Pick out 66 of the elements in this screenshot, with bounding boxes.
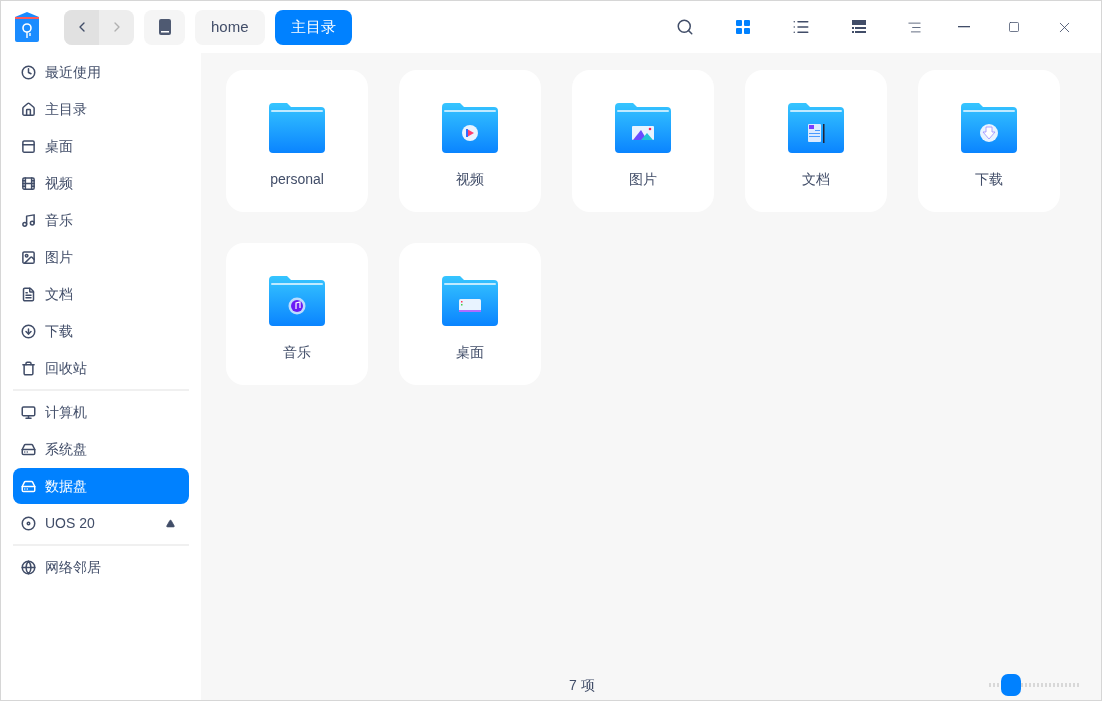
sidebar-item[interactable]: 桌面 [13, 128, 189, 164]
film-icon [21, 175, 36, 191]
back-button[interactable] [64, 9, 99, 45]
folder-card[interactable]: 视频 [399, 70, 541, 212]
sidebar-item[interactable]: 网络邻居 [13, 549, 189, 585]
sidebar-item[interactable]: 回收站 [13, 350, 189, 386]
music-icon [21, 212, 36, 228]
zoom-slider[interactable] [989, 674, 1081, 696]
home-icon [21, 101, 36, 117]
folder-label: 图片 [629, 170, 657, 189]
folder-card[interactable]: 下载 [918, 70, 1060, 212]
maximize-icon [1008, 21, 1020, 33]
minimize-icon [958, 26, 970, 28]
image-icon [21, 249, 36, 265]
globe-icon [21, 559, 36, 575]
sidebar-item[interactable]: 最近使用 [13, 54, 189, 90]
sidebar-item[interactable]: 系统盘 [13, 431, 189, 467]
sidebar-item[interactable]: 视频 [13, 165, 189, 201]
sidebar-item[interactable]: 下载 [13, 313, 189, 349]
folder-label: 音乐 [283, 343, 311, 362]
slider-thumb[interactable] [1001, 674, 1022, 696]
video-folder-icon [442, 103, 498, 153]
sidebar-item[interactable]: 主目录 [13, 91, 189, 127]
sidebar-item[interactable]: UOS 20 [13, 505, 189, 541]
download-icon [21, 323, 36, 339]
folder-card[interactable]: 桌面 [399, 243, 541, 385]
folder-label: 视频 [456, 170, 484, 189]
folder-label: 桌面 [456, 343, 484, 362]
grid-view-icon [736, 20, 750, 34]
list-view-icon [792, 18, 810, 36]
desktop-icon [21, 138, 36, 154]
trash-icon [21, 360, 36, 376]
document-icon [21, 286, 36, 302]
folder-label: personal [270, 170, 324, 189]
folder-card[interactable]: 音乐 [226, 243, 368, 385]
drive-button[interactable] [144, 9, 185, 45]
downloads-folder-icon [961, 103, 1017, 153]
sidebar-item[interactable]: 文档 [13, 276, 189, 312]
sidebar-item[interactable]: 图片 [13, 239, 189, 275]
folder-label: 下载 [975, 170, 1003, 189]
folder-card[interactable]: 文档 [745, 70, 887, 212]
clock-icon [21, 64, 36, 80]
item-count: 7 项 [569, 675, 595, 695]
folder-card[interactable]: personal [226, 70, 368, 212]
drive-icon [21, 478, 36, 494]
tree-view-icon [852, 20, 866, 34]
desktop-folder-icon [442, 276, 498, 326]
sidebar-item[interactable]: 音乐 [13, 202, 189, 238]
documents-folder-icon [788, 103, 844, 153]
menu-icon [906, 19, 922, 35]
folder-icon [269, 103, 325, 153]
folder-label: 文档 [802, 170, 830, 189]
breadcrumb-button[interactable]: home [195, 9, 265, 45]
pictures-folder-icon [615, 103, 671, 153]
monitor-icon [21, 404, 36, 420]
search-icon [676, 18, 694, 36]
disc-icon [21, 515, 36, 531]
sidebar-item[interactable]: 数据盘 [13, 468, 189, 504]
drive-icon [21, 441, 36, 457]
eject-icon[interactable] [166, 518, 175, 528]
breadcrumb-button[interactable]: 主目录 [274, 9, 352, 45]
drive-icon [158, 19, 171, 35]
sidebar-item[interactable]: 计算机 [13, 394, 189, 430]
music-folder-icon [269, 276, 325, 326]
folder-card[interactable]: 图片 [572, 70, 714, 212]
app-logo-icon [13, 11, 41, 43]
